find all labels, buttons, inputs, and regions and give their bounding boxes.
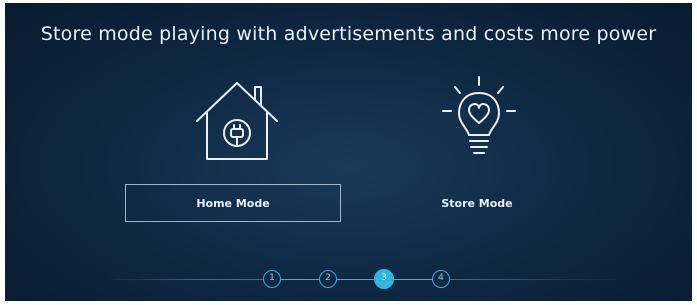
step-3-active: 3 — [374, 269, 394, 289]
setup-progress-stepper: 1 2 3 4 — [5, 265, 692, 295]
step-4: 4 — [432, 270, 450, 288]
store-mode-button[interactable]: Store Mode — [369, 184, 585, 222]
stepper-line-left — [105, 279, 265, 280]
step-2: 2 — [319, 270, 337, 288]
step-1: 1 — [263, 270, 281, 288]
home-plug-icon[interactable] — [191, 75, 283, 167]
lightbulb-heart-icon[interactable] — [439, 73, 519, 173]
page-title: Store mode playing with advertisements a… — [40, 23, 657, 45]
home-mode-button[interactable]: Home Mode — [125, 184, 341, 222]
stepper-line-right — [445, 279, 625, 280]
stepper-line-middle — [275, 279, 445, 280]
setup-screen: Store mode playing with advertisements a… — [5, 3, 692, 301]
